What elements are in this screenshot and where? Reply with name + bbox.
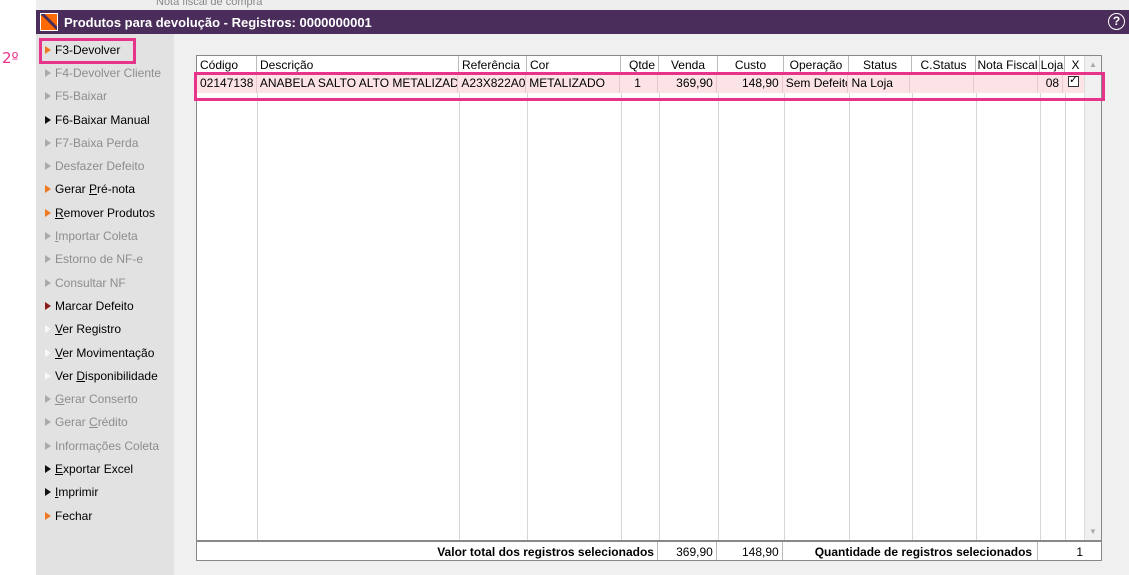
sidebar-item-label: Gerar Pré-nota [55, 182, 136, 197]
vertical-scrollbar[interactable]: ▲ ▼ [1084, 56, 1101, 540]
sidebar-item-label: Ver Registro [55, 322, 122, 337]
quantidade-label: Quantidade de registros selecionados [783, 542, 1039, 560]
sidebar-item-label: F4-Devolver Cliente [55, 65, 162, 80]
arrow-right-icon [45, 511, 51, 520]
sidebar-item-label: Fechar [55, 508, 93, 523]
sidebar-item-label: Exportar Excel [55, 461, 134, 476]
arrow-right-icon [45, 68, 51, 77]
grid-body: 02147138 ANABELA SALTO ALTO METALIZADO A… [197, 73, 1085, 540]
col-header-status[interactable]: Status [849, 56, 912, 72]
arrow-right-icon [45, 348, 51, 357]
background-window-strip: Nota fiscal de compra [36, 0, 1129, 10]
sidebar-item-importar-coleta[interactable]: Importar Coleta [36, 224, 174, 247]
products-grid: Código Descrição Referência Cor Qtde Ven… [196, 55, 1102, 541]
sidebar-item-label: F5-Baixar [55, 89, 108, 104]
highlight-box-step-2 [39, 38, 136, 64]
col-header-loja[interactable]: Loja [1040, 56, 1065, 72]
sidebar-item-gerar-conserto[interactable]: Gerar Conserto [36, 387, 174, 410]
quantidade-value: 1 [1076, 545, 1083, 559]
sidebar-item-label: Ver Disponibilidade [55, 368, 158, 383]
sidebar-item-ver-disponibilidade[interactable]: Ver Disponibilidade [36, 364, 174, 387]
arrow-right-icon [45, 162, 51, 171]
sidebar-item-marcar-defeito[interactable]: Marcar Defeito [36, 294, 174, 317]
col-header-custo[interactable]: Custo [718, 56, 784, 72]
sidebar-item-desfazer-defeito[interactable]: Desfazer Defeito [36, 154, 174, 177]
grid-header: Código Descrição Referência Cor Qtde Ven… [197, 56, 1101, 73]
arrow-right-icon [45, 278, 51, 287]
sidebar-item-imprimir[interactable]: Imprimir [36, 481, 174, 504]
background-hint-text: Nota fiscal de compra [156, 0, 263, 8]
arrow-right-icon [45, 185, 51, 194]
arrow-right-icon [45, 325, 51, 334]
col-header-referencia[interactable]: Referência [459, 56, 527, 72]
col-header-cor[interactable]: Cor [527, 56, 621, 72]
sidebar-item-label: Desfazer Defeito [55, 159, 145, 174]
scroll-down-icon[interactable]: ▼ [1085, 523, 1101, 540]
sidebar-item-label: Informações Coleta [55, 438, 160, 453]
sidebar-item-f7-baixa-perda[interactable]: F7-Baixa Perda [36, 131, 174, 154]
sidebar-item-label: Estorno de NF-e [55, 252, 144, 267]
arrow-right-icon [45, 232, 51, 241]
title-bar: Produtos para devolução - Registros: 000… [36, 10, 1129, 34]
sidebar-item-label: F6-Baixar Manual [55, 112, 150, 127]
sidebar-item-consultar-nf[interactable]: Consultar NF [36, 271, 174, 294]
sidebar-item-label: F7-Baixa Perda [55, 135, 139, 150]
annotation-step-2: 2º [2, 49, 19, 67]
arrow-right-icon [45, 255, 51, 264]
sidebar-item-remover-produtos[interactable]: Remover Produtos [36, 201, 174, 224]
sidebar-item-fechar[interactable]: Fechar [36, 504, 174, 527]
sidebar-item-ver-registro[interactable]: Ver Registro [36, 318, 174, 341]
scroll-up-icon[interactable]: ▲ [1085, 56, 1101, 73]
action-sidebar: F3-Devolver F4-Devolver Cliente F5-Baixa… [36, 34, 174, 575]
col-header-descricao[interactable]: Descrição [257, 56, 459, 72]
sidebar-item-label: Ver Movimentação [55, 345, 155, 360]
col-header-qtde[interactable]: Qtde [621, 56, 659, 72]
arrow-right-icon [45, 418, 51, 427]
sidebar-item-label: Imprimir [55, 485, 99, 500]
sidebar-item-f6-baixar-manual[interactable]: F6-Baixar Manual [36, 108, 174, 131]
sidebar-item-label: Remover Produtos [55, 205, 156, 220]
totals-footer: Valor total dos registros selecionados 3… [196, 541, 1102, 561]
arrow-right-icon [45, 464, 51, 473]
arrow-right-icon [45, 371, 51, 380]
col-header-venda[interactable]: Venda [659, 56, 718, 72]
app-logo-icon [40, 13, 58, 31]
sidebar-item-label: Importar Coleta [55, 229, 138, 244]
col-header-codigo[interactable]: Código [197, 56, 257, 72]
highlight-box-step-1 [194, 72, 1105, 101]
sidebar-item-label: Marcar Defeito [55, 298, 134, 313]
sidebar-item-ver-movimentacao[interactable]: Ver Movimentação [36, 341, 174, 364]
sidebar-item-estorno-nfe[interactable]: Estorno de NF-e [36, 248, 174, 271]
arrow-right-icon [45, 441, 51, 450]
sidebar-item-gerar-credito[interactable]: Gerar Crédito [36, 411, 174, 434]
sidebar-item-label: Gerar Conserto [55, 392, 138, 407]
venda-total-value: 369,90 [658, 542, 717, 560]
arrow-right-icon [45, 138, 51, 147]
sidebar-item-informacoes-coleta[interactable]: Informações Coleta [36, 434, 174, 457]
arrow-right-icon [45, 208, 51, 217]
window-title: Produtos para devolução - Registros: 000… [64, 14, 372, 30]
custo-total-value: 148,90 [717, 542, 783, 560]
sidebar-item-f4-devolver-cliente[interactable]: F4-Devolver Cliente [36, 61, 174, 84]
arrow-right-icon [45, 301, 51, 310]
sidebar-item-f5-baixar[interactable]: F5-Baixar [36, 85, 174, 108]
arrow-right-icon [45, 395, 51, 404]
sidebar-item-label: Consultar NF [55, 275, 126, 290]
sidebar-item-exportar-excel[interactable]: Exportar Excel [36, 457, 174, 480]
arrow-right-icon [45, 115, 51, 124]
arrow-right-icon [45, 92, 51, 101]
col-header-operacao[interactable]: Operação [784, 56, 849, 72]
col-header-nota-fiscal[interactable]: Nota Fiscal [976, 56, 1040, 72]
help-icon[interactable]: ? [1108, 13, 1125, 30]
col-header-cstatus[interactable]: C.Status [912, 56, 976, 72]
sidebar-item-gerar-pre-nota[interactable]: Gerar Pré-nota [36, 178, 174, 201]
arrow-right-icon [45, 488, 51, 497]
sidebar-item-label: Gerar Crédito [55, 415, 128, 430]
valor-total-label: Valor total dos registros selecionados [197, 542, 658, 560]
